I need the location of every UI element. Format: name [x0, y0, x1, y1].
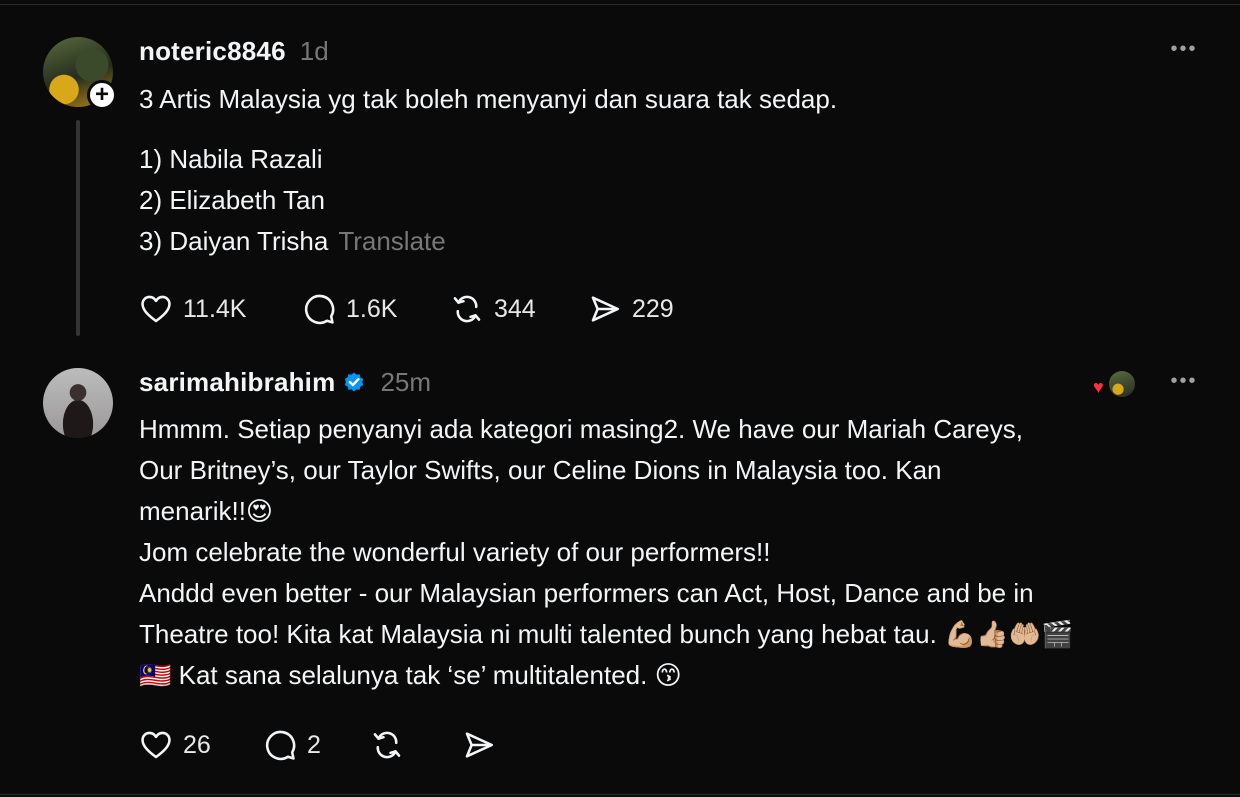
list-item-text: 3) Daiyan Trisha [139, 226, 329, 256]
reply-button[interactable]: 1.6K [302, 292, 450, 326]
thread-post-original: + noteric8846 1d ••• 3 Artis Malaysia yg… [0, 0, 1240, 350]
list-item-last: 3) Daiyan Trisha Translate [139, 221, 446, 262]
thread-connector-line [76, 120, 80, 336]
post-header: noteric8846 1d [139, 33, 329, 69]
text-line: menarik!!😍 [139, 496, 274, 526]
list-item: 1) Nabila Razali [139, 144, 323, 174]
text-line: Jom celebrate the wonderful variety of o… [139, 537, 771, 567]
repost-button[interactable]: 344 [450, 292, 588, 326]
text-line: Hmmm. Setiap penyanyi ada kategori masin… [139, 414, 1023, 444]
like-count: 11.4K [183, 294, 247, 323]
timestamp[interactable]: 25m [380, 367, 431, 398]
share-button[interactable]: 229 [588, 292, 674, 326]
comment-icon [304, 294, 335, 325]
text-line: Anddd even better - our Malaysian perfor… [139, 578, 1034, 608]
avatar-sarimahibrahim[interactable] [43, 368, 113, 438]
share-button[interactable] [462, 728, 496, 762]
post-list: 1) Nabila Razali 2) Elizabeth Tan 3) Daiya… [139, 139, 446, 262]
post-text: 3 Artis Malaysia yg tak boleh menyanyi d… [139, 84, 838, 114]
liked-by-author-indicator[interactable]: ♥ [1093, 367, 1138, 399]
heart-icon [141, 731, 171, 759]
like-button[interactable]: 26 [139, 728, 263, 762]
text-line: Theatre too! Kita kat Malaysia ni multi … [139, 619, 1074, 649]
username[interactable]: noteric8846 [139, 36, 286, 67]
reply-button[interactable]: 2 [263, 728, 370, 762]
heart-icon [141, 295, 171, 323]
repost-icon [373, 731, 401, 759]
follow-plus-icon[interactable]: + [87, 80, 117, 110]
like-count: 26 [183, 730, 211, 759]
username[interactable]: sarimahibrahim [139, 367, 335, 398]
post-text: Hmmm. Setiap penyanyi ada kategori masin… [139, 409, 1074, 696]
heart-icon: ♥ [1093, 377, 1104, 397]
timestamp[interactable]: 1d [300, 36, 329, 67]
more-options-icon[interactable]: ••• [1166, 370, 1202, 392]
repost-icon [453, 295, 481, 323]
bottom-divider [0, 794, 1240, 795]
share-icon [591, 296, 620, 322]
text-line: Our Britney’s, our Taylor Swifts, our Ce… [139, 455, 942, 485]
text-line: 🇲🇾 Kat sana selalunya tak ‘se’ multitale… [139, 660, 682, 690]
share-icon [465, 732, 494, 758]
comment-icon [265, 730, 296, 761]
reactor-avatar [1107, 369, 1137, 399]
more-options-icon[interactable]: ••• [1166, 38, 1202, 60]
translate-link[interactable]: Translate [338, 226, 445, 256]
share-count: 229 [632, 294, 674, 323]
thread-post-reply: sarimahibrahim 25m ♥ ••• Hmmm. Setiap pe… [0, 350, 1240, 790]
repost-count: 344 [494, 294, 536, 323]
list-item: 2) Elizabeth Tan [139, 185, 325, 215]
post-actions: 26 2 [139, 725, 496, 765]
repost-button[interactable] [370, 728, 462, 762]
post-header: sarimahibrahim 25m [139, 364, 431, 400]
like-button[interactable]: 11.4K [139, 292, 302, 326]
reply-count: 2 [307, 730, 321, 759]
post-actions: 11.4K 1.6K 344 229 [139, 289, 674, 329]
verified-badge-icon [345, 372, 364, 392]
reply-count: 1.6K [346, 294, 398, 323]
